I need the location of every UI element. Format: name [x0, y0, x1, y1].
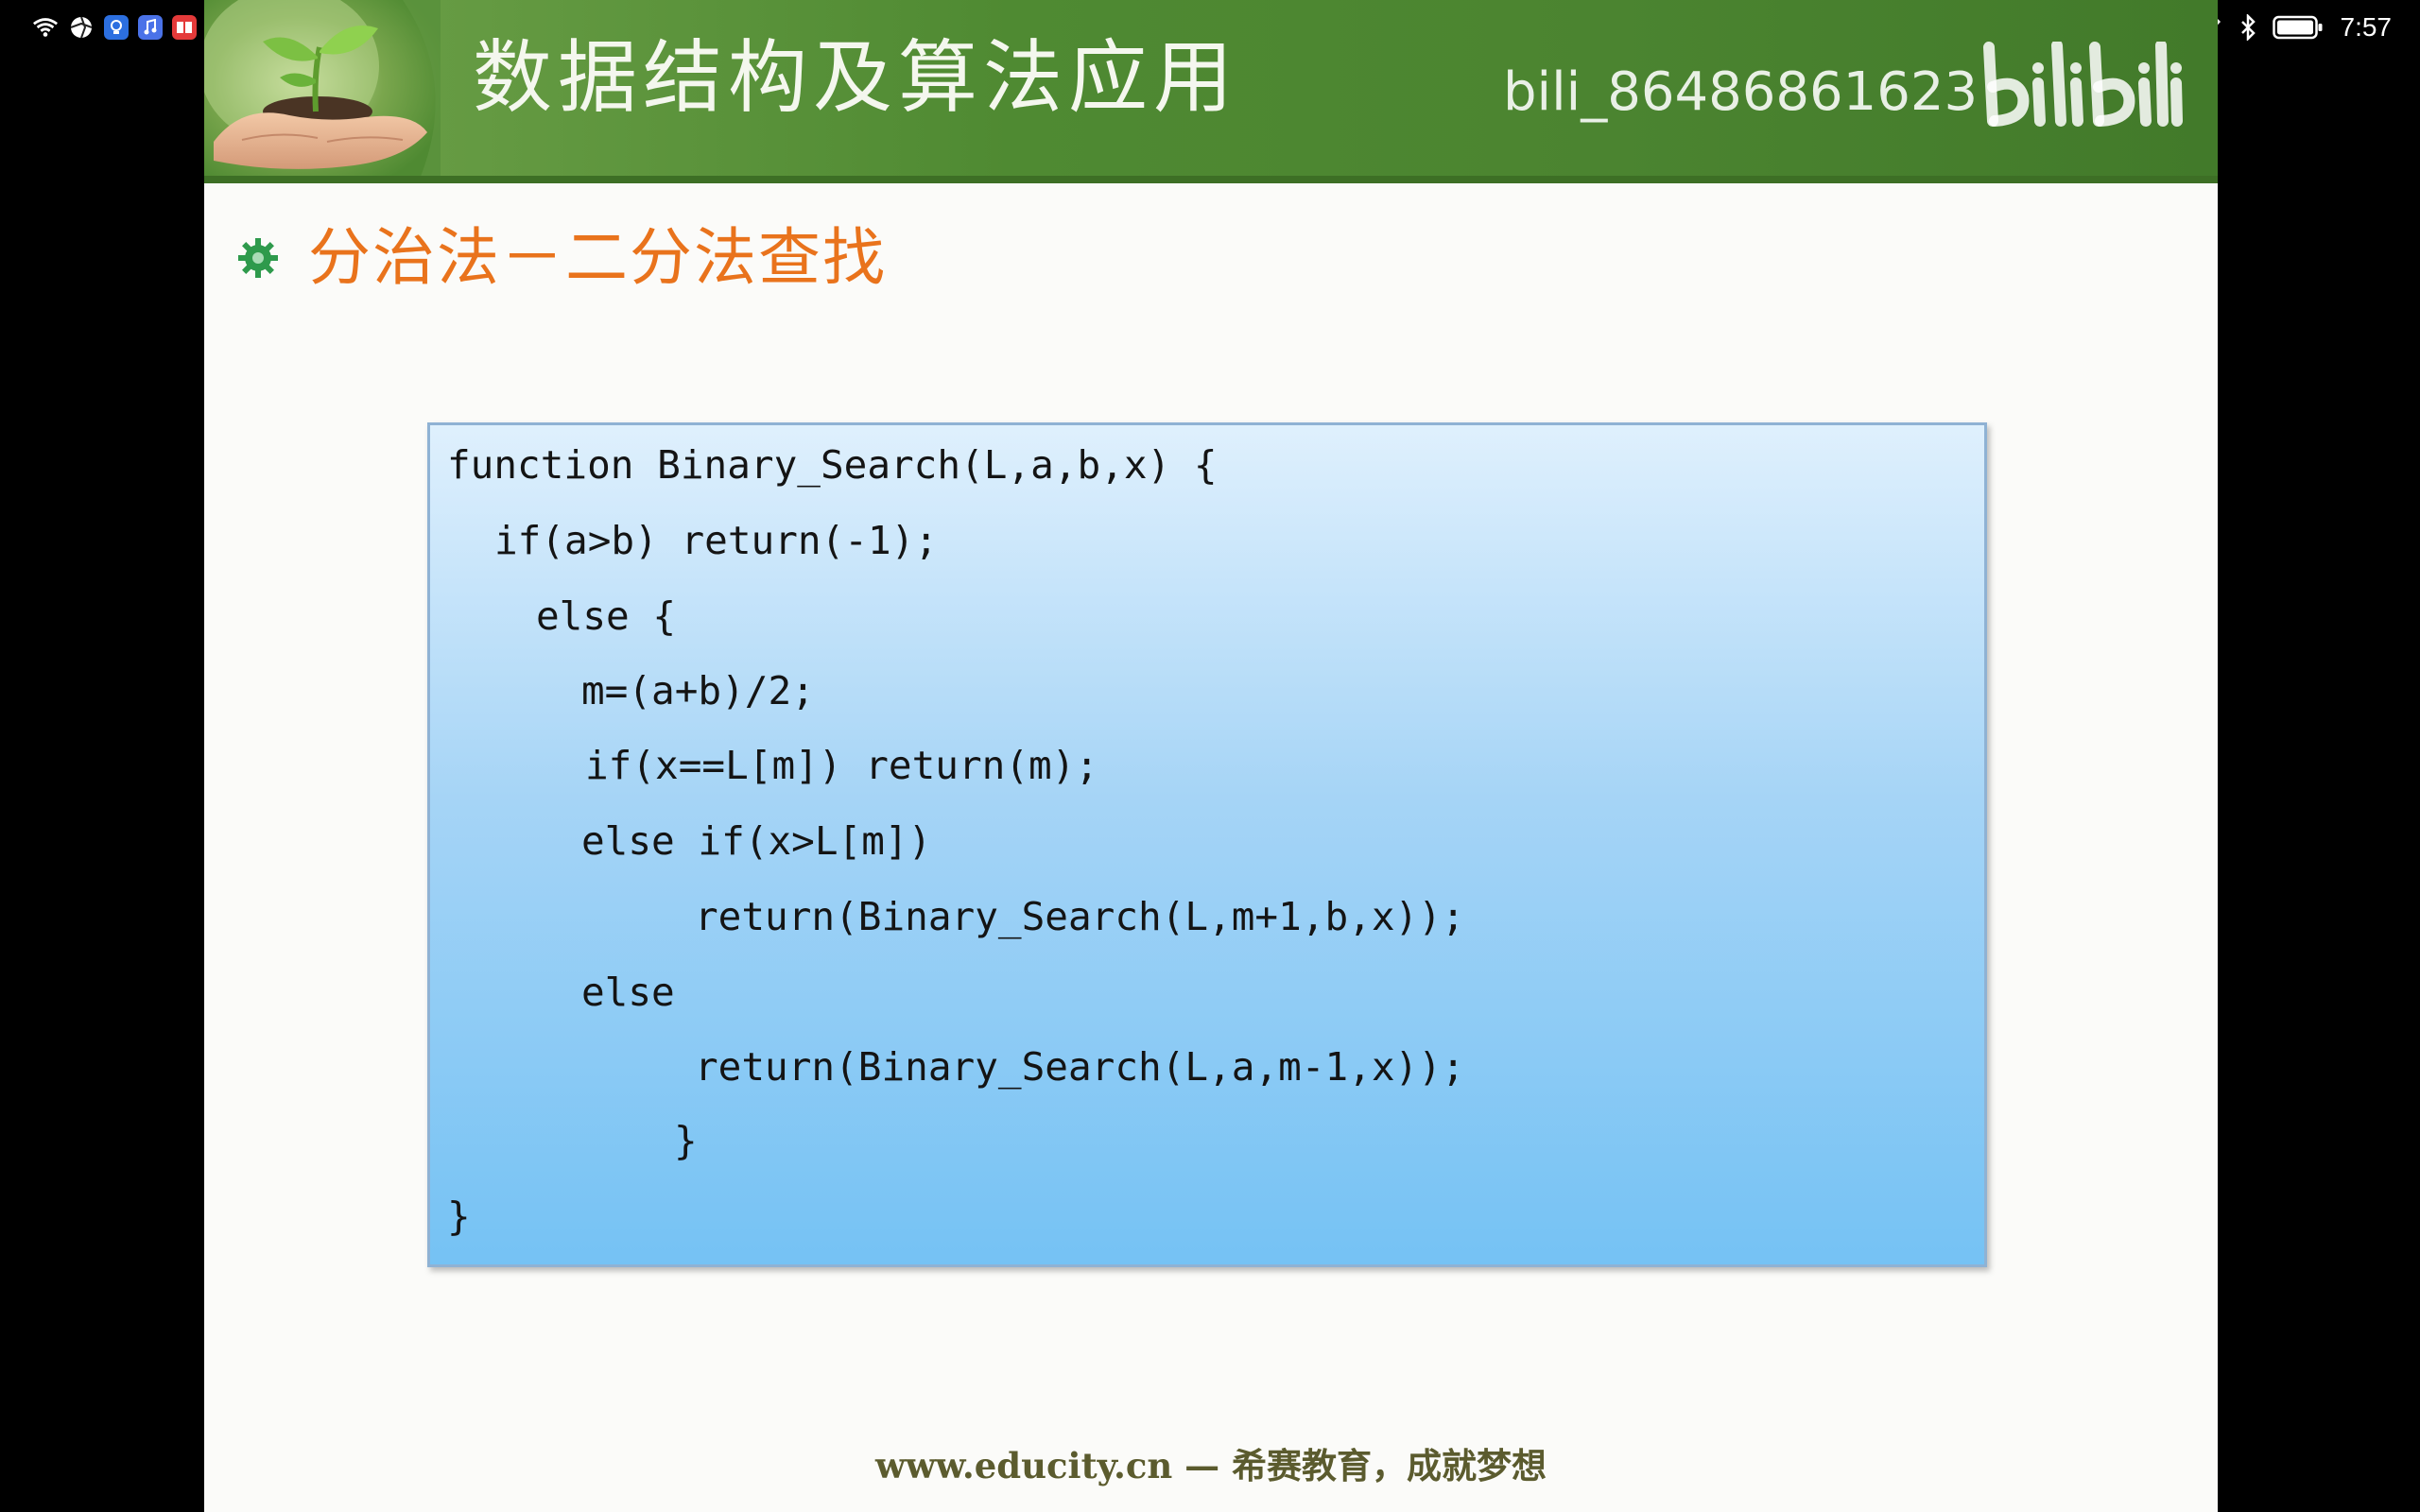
header-title: 数据结构及算法应用 [473, 31, 1239, 124]
gear-bullet-icon [236, 236, 280, 280]
code-line: } [447, 1194, 471, 1239]
code-line: else if(x>L[m]) [581, 818, 932, 864]
seedling-hands-image [204, 0, 441, 183]
screen: 7:57 数据结构及算法应用 bili_86486861623 分治法－二分法查… [0, 0, 2420, 1512]
app-music-icon [138, 15, 163, 40]
slide-footer: www.educity.cn — 希赛教育，成就梦想 [874, 1445, 1547, 1486]
section-title: 分治法－二分法查找 [308, 221, 887, 294]
code-line: return(Binary_Search(L,a,m-1,x)); [695, 1044, 1465, 1090]
code-line: return(Binary_Search(L,m+1,b,x)); [695, 894, 1465, 939]
code-line: else [581, 970, 675, 1015]
bluetooth-icon [2235, 14, 2261, 41]
app-bulb-icon [104, 15, 129, 40]
code-line: m=(a+b)/2; [581, 668, 815, 713]
code-block: function Binary_Search(L,a,b,x) { if(a>b… [427, 422, 1987, 1267]
code-line: else { [536, 593, 677, 639]
slide: 数据结构及算法应用 bili_86486861623 分治法－二分法查找 fun… [204, 0, 2218, 1512]
section-heading: 分治法－二分法查找 [236, 227, 887, 289]
code-line: if(x==L[m]) return(m); [585, 743, 1099, 788]
status-bar-left [32, 13, 231, 42]
wifi-icon [32, 14, 59, 41]
bilibili-logo [1976, 40, 2184, 140]
status-clock: 7:57 [2340, 12, 2393, 42]
app-book-icon [172, 15, 197, 40]
battery-icon [2272, 14, 2324, 41]
watermark-username: bili_86486861623 [1503, 61, 1979, 123]
code-line: } [674, 1118, 698, 1163]
slide-header: 数据结构及算法应用 bili_86486861623 [204, 0, 2218, 183]
code-line: function Binary_Search(L,a,b,x) { [447, 442, 1218, 488]
app-shutter-icon [68, 14, 95, 41]
code-line: if(a>b) return(-1); [494, 518, 938, 563]
